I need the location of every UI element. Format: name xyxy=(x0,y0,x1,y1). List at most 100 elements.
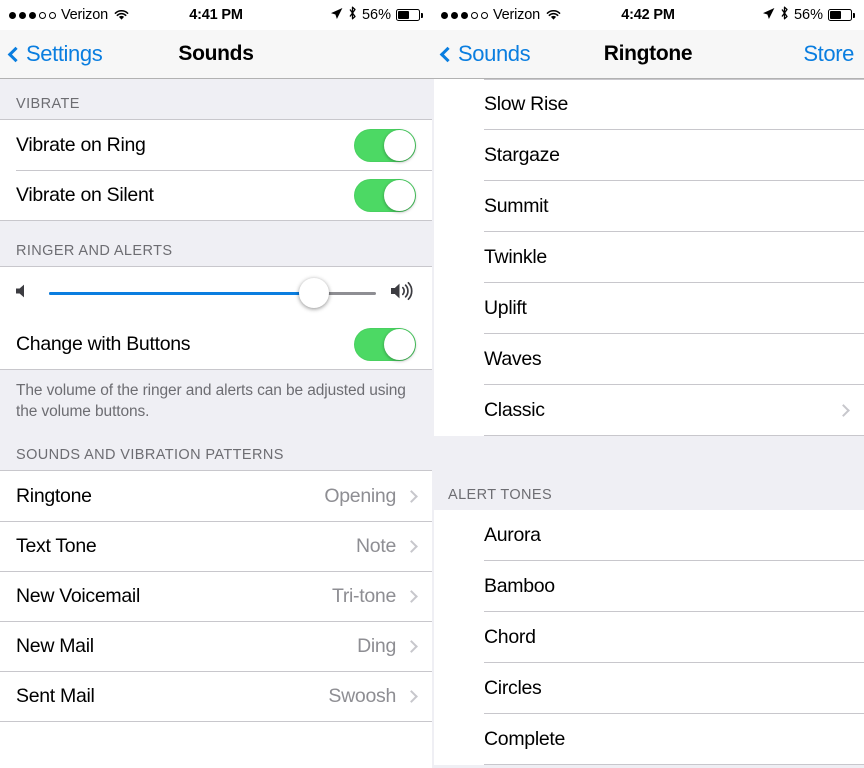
row-new-voicemail[interactable]: New Voicemail Tri-tone xyxy=(0,571,432,621)
alert-tone-item-complete[interactable]: Complete xyxy=(434,714,864,765)
alert-tone-label: Circles xyxy=(484,677,542,699)
alert-tone-label: Aurora xyxy=(484,524,541,546)
speaker-high-icon xyxy=(390,281,418,306)
row-sent-mail[interactable]: Sent Mail Swoosh xyxy=(0,671,432,721)
status-bar-carrier-group: Verizon xyxy=(441,7,561,23)
row-ringtone[interactable]: Ringtone Opening xyxy=(0,471,432,521)
ringtone-label: Uplift xyxy=(484,297,527,319)
ringtone-label: Classic xyxy=(484,399,545,421)
status-bar-indicators: 56% xyxy=(330,6,423,24)
row-text-tone[interactable]: Text Tone Note xyxy=(0,521,432,571)
row-label: Ringtone xyxy=(16,484,92,507)
wifi-icon xyxy=(546,9,561,21)
location-arrow-icon xyxy=(330,7,343,24)
signal-strength-icon xyxy=(441,11,488,19)
status-bar-indicators: 56% xyxy=(762,6,855,24)
chevron-right-icon xyxy=(837,404,850,417)
status-bar-carrier-group: Verizon xyxy=(9,7,129,23)
ringtone-item-summit[interactable]: Summit xyxy=(434,181,864,232)
speaker-low-icon xyxy=(14,282,35,305)
back-button-sounds[interactable]: Sounds xyxy=(439,41,531,67)
status-bar-right: Verizon 4:42 PM 56% xyxy=(432,0,864,30)
row-value: Ding xyxy=(357,634,396,657)
ringtone-item-slow-rise[interactable]: Slow Rise xyxy=(434,79,864,130)
alert-tone-item-chord[interactable]: Chord xyxy=(434,612,864,663)
alert-tones-list: Aurora Bamboo Chord Circles Complete xyxy=(434,510,864,765)
battery-percent-label: 56% xyxy=(793,7,823,23)
section-header-vibrate: VIBRATE xyxy=(0,79,432,119)
row-label: New Voicemail xyxy=(16,584,140,607)
toggle-vibrate-on-silent[interactable] xyxy=(354,178,416,212)
section-header-ringer-label: RINGER AND ALERTS xyxy=(16,243,173,259)
chevron-left-icon xyxy=(7,46,24,62)
battery-percent-label: 56% xyxy=(361,7,391,23)
vibrate-group: Vibrate on Ring Vibrate on Silent xyxy=(0,119,432,221)
chevron-right-icon xyxy=(405,489,418,503)
ringtone-item-twinkle[interactable]: Twinkle xyxy=(434,232,864,283)
section-header-alert-tones-label: ALERT TONES xyxy=(448,487,553,503)
signal-strength-icon xyxy=(9,11,56,19)
ringtone-label: Slow Rise xyxy=(484,93,568,115)
toggle-change-with-buttons[interactable] xyxy=(354,327,416,361)
ringtone-list: Slow Rise Stargaze Summit Twinkle Uplift… xyxy=(434,79,864,436)
bluetooth-icon xyxy=(780,6,789,24)
row-vibrate-on-ring[interactable]: Vibrate on Ring xyxy=(0,120,432,170)
ringtone-label: Summit xyxy=(484,195,549,217)
section-header-alert-tones: ALERT TONES xyxy=(432,472,864,510)
section-gap xyxy=(432,436,864,472)
nav-bar-left: Settings Sounds xyxy=(0,30,432,79)
ringtone-item-uplift[interactable]: Uplift xyxy=(434,283,864,334)
chevron-right-icon xyxy=(405,689,418,703)
status-bar-left: Verizon 4:41 PM 56% xyxy=(0,0,432,30)
row-new-mail[interactable]: New Mail Ding xyxy=(0,621,432,671)
alert-tone-item-aurora[interactable]: Aurora xyxy=(434,510,864,561)
row-label: Text Tone xyxy=(16,534,97,557)
alert-tone-item-bamboo[interactable]: Bamboo xyxy=(434,561,864,612)
ringtone-label: Twinkle xyxy=(484,246,547,268)
row-value: Note xyxy=(356,534,396,557)
row-label: Change with Buttons xyxy=(16,332,191,355)
volume-slider-thumb[interactable] xyxy=(298,278,329,308)
back-button-label: Sounds xyxy=(458,41,531,66)
dual-screenshot: Verizon 4:41 PM 56% Settings Sounds VIBR… xyxy=(0,0,864,768)
alert-tone-item-circles[interactable]: Circles xyxy=(434,663,864,714)
toggle-vibrate-on-ring[interactable] xyxy=(354,128,416,162)
section-header-sounds-label: SOUNDS AND VIBRATION PATTERNS xyxy=(16,447,284,463)
row-value: Swoosh xyxy=(328,684,396,707)
alert-tone-label: Bamboo xyxy=(484,575,555,597)
nav-bar-right: Sounds Ringtone Store xyxy=(432,30,864,79)
carrier-label: Verizon xyxy=(61,7,108,23)
chevron-right-icon xyxy=(405,539,418,553)
ringtone-label: Waves xyxy=(484,348,542,370)
ringtone-item-stargaze[interactable]: Stargaze xyxy=(434,130,864,181)
location-arrow-icon xyxy=(762,7,775,24)
row-vibrate-on-silent[interactable]: Vibrate on Silent xyxy=(0,170,432,220)
chevron-right-icon xyxy=(405,589,418,603)
ringtone-label: Stargaze xyxy=(484,144,560,166)
row-label: New Mail xyxy=(16,634,94,657)
ringtone-picker-panel: Verizon 4:42 PM 56% Sounds Ringtone Stor… xyxy=(432,0,864,768)
ringtone-item-waves[interactable]: Waves xyxy=(434,334,864,385)
chevron-left-icon xyxy=(439,46,456,62)
volume-slider-track[interactable] xyxy=(49,278,376,308)
ringtone-item-classic[interactable]: Classic xyxy=(434,385,864,436)
section-header-sounds-and-vibration: SOUNDS AND VIBRATION PATTERNS xyxy=(0,422,432,470)
row-label: Vibrate on Silent xyxy=(16,183,154,206)
carrier-label: Verizon xyxy=(493,7,540,23)
battery-icon xyxy=(396,9,423,21)
volume-slider-row[interactable] xyxy=(0,267,432,319)
ringer-group: Change with Buttons xyxy=(0,266,432,370)
row-label: Sent Mail xyxy=(16,684,95,707)
alert-tone-label: Chord xyxy=(484,626,536,648)
alert-tone-label: Complete xyxy=(484,728,566,750)
back-button-settings[interactable]: Settings xyxy=(7,41,103,67)
ringer-footer-note: The volume of the ringer and alerts can … xyxy=(0,370,432,422)
bluetooth-icon xyxy=(348,6,357,24)
battery-icon xyxy=(828,9,855,21)
row-change-with-buttons[interactable]: Change with Buttons xyxy=(0,319,432,369)
store-button[interactable]: Store xyxy=(803,41,854,67)
row-value: Opening xyxy=(324,484,396,507)
wifi-icon xyxy=(114,9,129,21)
row-label: Vibrate on Ring xyxy=(16,133,146,156)
sounds-group: Ringtone Opening Text Tone Note New Voic… xyxy=(0,470,432,722)
